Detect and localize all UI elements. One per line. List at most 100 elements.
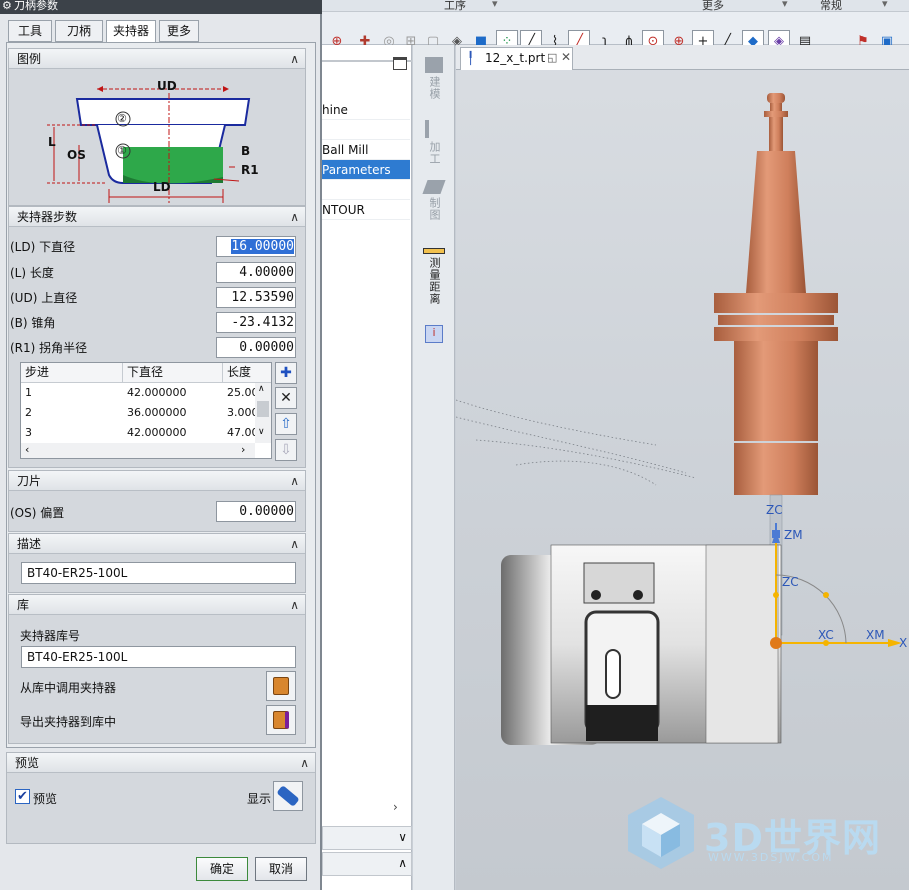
legend-step-1: ① [117,144,127,157]
legend-step-2: ② [117,112,127,125]
section-title: 刀片 [17,474,42,488]
modeling-icon [425,57,443,73]
column-header[interactable]: 步进 [21,363,123,383]
table-cell: 1 [25,386,32,399]
preview-checkbox-label: 预览 [33,792,58,806]
tab-more[interactable]: 更多 [159,20,199,42]
field-label-b: (B) 锥角 [10,316,56,330]
navigator-row[interactable]: Ball Mill [322,140,410,160]
scrollbar-thumb[interactable] [257,401,269,417]
column-header[interactable]: 下直径 [123,363,223,383]
section-header[interactable]: 刀片 ∧ [9,471,305,491]
tab-label: 测量距离 [428,257,441,305]
file-tab[interactable]: ╿ 12_x_t.prt ◱ ✕ [460,47,573,70]
description-input[interactable]: BT40-ER25-100L [21,562,296,584]
dialog-title: 刀柄参数 [14,0,58,12]
retrieve-from-library-button[interactable] [266,671,296,701]
offset-field[interactable]: 0.00000 [216,501,296,522]
chevron-right-icon[interactable]: › [241,443,245,456]
table-cell: 3 [25,426,32,439]
tab-label: 加工 [428,141,441,165]
chevron-up-icon[interactable]: ∧ [290,595,299,615]
axis-label-zc: ZC [766,503,783,517]
pin-icon[interactable]: ╿ [467,51,474,65]
section-header[interactable]: 夹持器步数 ∧ [9,207,305,227]
navigator-bottom-panel: ∨ [322,826,412,850]
tab-manufacturing[interactable]: 加工 [419,120,449,165]
cancel-button[interactable]: 取消 [255,857,307,881]
arrow-down-icon: ⇩ [280,442,292,458]
tab-drafting[interactable]: 制图 [419,180,449,221]
chevron-down-icon[interactable]: ∨ [398,830,407,844]
table-cell: 42.000000 [127,386,187,399]
navigator-row[interactable]: NTOUR [322,200,410,220]
tab-modeling[interactable]: 建模 [419,57,449,100]
field-label-ld: (LD) 下直径 [10,240,76,254]
horizontal-scrollbar[interactable]: ‹ › [21,443,255,458]
arrow-up-icon: ⇧ [280,416,292,432]
navigator-row[interactable]: hine [322,100,410,120]
section-header[interactable]: 图例 ∧ [9,49,305,69]
legend-section: 图例 ∧ UD LD L OS B R1 ② ① [8,48,306,206]
tab-shank[interactable]: 刀柄 [55,20,103,42]
tab-view-settings[interactable]: i [419,325,449,343]
lower-diameter-field[interactable]: 16.00000 [216,236,296,257]
tab-holder[interactable]: 夹持器 [106,20,156,43]
graphics-window[interactable]: ZC ZM ZC XC XM X 3D世界网 WWW.3DSJW.COM [456,45,909,890]
chevron-down-icon[interactable]: ∨ [258,427,265,437]
move-down-button[interactable]: ⇩ [275,439,297,461]
section-header[interactable]: 库 ∧ [9,595,305,615]
preview-checkbox[interactable]: ✔ [15,789,30,804]
navigator-row-selected[interactable]: Parameters [322,160,410,180]
section-header[interactable]: 预览 ∧ [7,753,315,773]
section-title: 图例 [17,52,42,66]
scroll-right-icon[interactable]: › [393,800,398,814]
section-title: 夹持器步数 [17,210,78,224]
chevron-up-icon[interactable]: ∧ [398,856,407,870]
chevron-down-icon[interactable]: ▾ [782,0,788,10]
library-ref-input[interactable]: BT40-ER25-100L [21,646,296,668]
navigator-row[interactable] [322,180,410,200]
move-up-button[interactable]: ⇧ [275,413,297,435]
legend-l: L [48,135,56,149]
table-cell: 25.000000 [227,386,255,399]
chevron-up-icon[interactable]: ∧ [290,534,299,554]
section-title: 预览 [15,756,40,770]
chevron-down-icon[interactable]: ▾ [882,0,888,10]
navigator-row[interactable] [322,120,410,140]
taper-angle-field[interactable]: -23.4132 [216,312,296,333]
tool-holder [714,93,838,495]
tab-tool[interactable]: 工具 [8,20,52,42]
section-header[interactable]: 描述 ∧ [9,534,305,554]
ok-button[interactable]: 确定 [196,857,248,881]
file-tab-bar: ╿ 12_x_t.prt ◱ ✕ [456,45,909,70]
chevron-up-icon[interactable]: ∧ [290,207,299,227]
vertical-scrollbar[interactable]: ∧ ∨ [255,383,271,443]
chevron-up-icon[interactable]: ∧ [290,49,299,69]
chevron-up-icon[interactable]: ∧ [258,384,265,394]
delete-step-button[interactable]: ✕ [275,387,297,409]
chevron-up-icon[interactable]: ∧ [290,471,299,491]
toolbar-buttons: ⊕ ✚ ◎ ⊞ ▢ ◈ ■ ⁘ ╱ ⌇ ╱ ʅ ⋔ ⊙ ⊕ + ╱ ◆ ◈ ▤ … [322,12,909,52]
workpiece [501,544,782,745]
export-to-library-button[interactable] [266,705,296,735]
table-cell: 42.000000 [127,426,187,439]
add-step-button[interactable]: ✚ [275,362,297,384]
maximize-icon[interactable] [393,57,407,70]
table-cell: 36.000000 [127,406,187,419]
tab-measure-distance[interactable]: 测量距离 [419,248,449,305]
close-icon[interactable]: ✕ [561,50,571,64]
drafting-icon [422,180,446,194]
chevron-up-icon[interactable]: ∧ [300,753,309,773]
navigator-bottom-panel-2: ∧ [322,852,412,876]
column-header[interactable]: 长度 [223,363,271,383]
corner-radius-field[interactable]: 0.00000 [216,337,296,358]
legend-r1: R1 [241,163,259,177]
length-field[interactable]: 4.00000 [216,262,296,283]
chevron-down-icon[interactable]: ▾ [492,0,498,10]
chevron-left-icon[interactable]: ‹ [25,443,29,456]
section-title: 库 [17,598,30,612]
upper-diameter-field[interactable]: 12.53590 [216,287,296,308]
axis-label-xm: XM [866,628,885,642]
show-button[interactable] [273,781,303,811]
